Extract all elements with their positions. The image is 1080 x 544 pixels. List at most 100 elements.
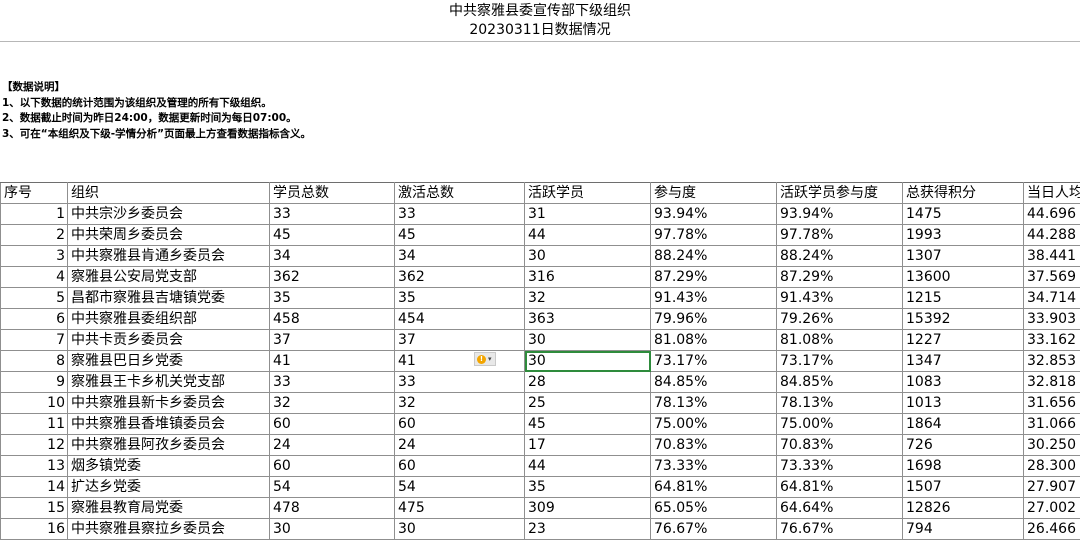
- cell-participation[interactable]: 65.05%: [650, 497, 777, 519]
- cell-daily-avg[interactable]: 37.569: [1023, 266, 1080, 288]
- cell-activated[interactable]: 34: [394, 245, 525, 267]
- cell-active-participation[interactable]: 75.00%: [776, 413, 903, 435]
- cell-total-points[interactable]: 1475: [902, 203, 1024, 225]
- cell-activated[interactable]: 362: [394, 266, 525, 288]
- cell-index[interactable]: 7: [0, 329, 68, 351]
- cell-daily-avg[interactable]: 38.441: [1023, 245, 1080, 267]
- cell-active-participation[interactable]: 73.17%: [776, 350, 903, 372]
- cell-index[interactable]: 1: [0, 203, 68, 225]
- cell-total-points[interactable]: 1215: [902, 287, 1024, 309]
- cell-participation[interactable]: 75.00%: [650, 413, 777, 435]
- header-cell-total-points[interactable]: 总获得积分: [902, 182, 1024, 204]
- cell-activated[interactable]: 24: [394, 434, 525, 456]
- cell-active-participation[interactable]: 78.13%: [776, 392, 903, 414]
- cell-active-participation[interactable]: 70.83%: [776, 434, 903, 456]
- cell-total-points[interactable]: 1698: [902, 455, 1024, 477]
- cell-activated[interactable]: 37: [394, 329, 525, 351]
- cell-participation[interactable]: 73.33%: [650, 455, 777, 477]
- cell-index[interactable]: 4: [0, 266, 68, 288]
- cell-org[interactable]: 中共察雅县新卡乡委员会: [67, 392, 270, 414]
- cell-active[interactable]: 30: [524, 350, 651, 372]
- header-cell-total-members[interactable]: 学员总数: [269, 182, 395, 204]
- cell-org[interactable]: 中共察雅县阿孜乡委员会: [67, 434, 270, 456]
- cell-daily-avg[interactable]: 27.907: [1023, 476, 1080, 498]
- cell-total-members[interactable]: 35: [269, 287, 395, 309]
- cell-total-points[interactable]: 1307: [902, 245, 1024, 267]
- cell-org[interactable]: 中共察雅县香堆镇委员会: [67, 413, 270, 435]
- cell-active[interactable]: 309: [524, 497, 651, 519]
- cell-participation[interactable]: 70.83%: [650, 434, 777, 456]
- cell-org[interactable]: 扩达乡党委: [67, 476, 270, 498]
- cell-org[interactable]: 察雅县王卡乡机关党支部: [67, 371, 270, 393]
- cell-index[interactable]: 2: [0, 224, 68, 246]
- cell-daily-avg[interactable]: 44.288: [1023, 224, 1080, 246]
- cell-org[interactable]: 中共宗沙乡委员会: [67, 203, 270, 225]
- cell-index[interactable]: 14: [0, 476, 68, 498]
- cell-daily-avg[interactable]: 33.903: [1023, 308, 1080, 330]
- cell-active-participation[interactable]: 79.26%: [776, 308, 903, 330]
- cell-activated[interactable]: 60: [394, 413, 525, 435]
- cell-participation[interactable]: 64.81%: [650, 476, 777, 498]
- cell-active[interactable]: 23: [524, 518, 651, 540]
- cell-index[interactable]: 9: [0, 371, 68, 393]
- cell-index[interactable]: 16: [0, 518, 68, 540]
- cell-participation[interactable]: 87.29%: [650, 266, 777, 288]
- cell-participation[interactable]: 97.78%: [650, 224, 777, 246]
- cell-org[interactable]: 中共察雅县肯通乡委员会: [67, 245, 270, 267]
- cell-active[interactable]: 28: [524, 371, 651, 393]
- cell-active[interactable]: 17: [524, 434, 651, 456]
- header-cell-index[interactable]: 序号: [0, 182, 68, 204]
- cell-participation[interactable]: 84.85%: [650, 371, 777, 393]
- cell-org[interactable]: 昌都市察雅县吉塘镇党委: [67, 287, 270, 309]
- cell-index[interactable]: 10: [0, 392, 68, 414]
- cell-org[interactable]: 中共卡贡乡委员会: [67, 329, 270, 351]
- cell-active[interactable]: 316: [524, 266, 651, 288]
- cell-total-points[interactable]: 1083: [902, 371, 1024, 393]
- cell-total-points[interactable]: 1227: [902, 329, 1024, 351]
- cell-participation[interactable]: 79.96%: [650, 308, 777, 330]
- header-cell-active-participation[interactable]: 活跃学员参与度: [776, 182, 903, 204]
- cell-activated[interactable]: 32: [394, 392, 525, 414]
- cell-active[interactable]: 30: [524, 245, 651, 267]
- cell-org[interactable]: 烟多镇党委: [67, 455, 270, 477]
- cell-activated[interactable]: 475: [394, 497, 525, 519]
- cell-active[interactable]: 363: [524, 308, 651, 330]
- cell-active-participation[interactable]: 73.33%: [776, 455, 903, 477]
- cell-daily-avg[interactable]: 26.466: [1023, 518, 1080, 540]
- header-cell-daily-avg[interactable]: 当日人均积: [1023, 182, 1080, 204]
- cell-daily-avg[interactable]: 32.853: [1023, 350, 1080, 372]
- cell-total-points[interactable]: 13600: [902, 266, 1024, 288]
- cell-active[interactable]: 31: [524, 203, 651, 225]
- cell-index[interactable]: 12: [0, 434, 68, 456]
- cell-total-members[interactable]: 45: [269, 224, 395, 246]
- cell-participation[interactable]: 81.08%: [650, 329, 777, 351]
- cell-daily-avg[interactable]: 28.300: [1023, 455, 1080, 477]
- cell-activated[interactable]: 41: [394, 350, 525, 372]
- cell-total-points[interactable]: 794: [902, 518, 1024, 540]
- cell-total-members[interactable]: 478: [269, 497, 395, 519]
- cell-activated[interactable]: 33: [394, 371, 525, 393]
- cell-org[interactable]: 中共荣周乡委员会: [67, 224, 270, 246]
- cell-activated[interactable]: 60: [394, 455, 525, 477]
- cell-activated[interactable]: 35: [394, 287, 525, 309]
- cell-total-members[interactable]: 60: [269, 413, 395, 435]
- cell-index[interactable]: 15: [0, 497, 68, 519]
- cell-total-members[interactable]: 362: [269, 266, 395, 288]
- cell-warning-button[interactable]: ! ▾: [474, 352, 496, 366]
- cell-org[interactable]: 中共察雅县委组织部: [67, 308, 270, 330]
- cell-index[interactable]: 5: [0, 287, 68, 309]
- cell-total-points[interactable]: 1993: [902, 224, 1024, 246]
- cell-daily-avg[interactable]: 27.002: [1023, 497, 1080, 519]
- cell-index[interactable]: 11: [0, 413, 68, 435]
- cell-active-participation[interactable]: 84.85%: [776, 371, 903, 393]
- cell-total-points[interactable]: 1507: [902, 476, 1024, 498]
- cell-total-points[interactable]: 1864: [902, 413, 1024, 435]
- cell-org[interactable]: 察雅县巴日乡党委: [67, 350, 270, 372]
- cell-active-participation[interactable]: 88.24%: [776, 245, 903, 267]
- cell-total-members[interactable]: 458: [269, 308, 395, 330]
- cell-total-points[interactable]: 15392: [902, 308, 1024, 330]
- cell-total-members[interactable]: 30: [269, 518, 395, 540]
- cell-total-members[interactable]: 34: [269, 245, 395, 267]
- cell-participation[interactable]: 76.67%: [650, 518, 777, 540]
- cell-active[interactable]: 30: [524, 329, 651, 351]
